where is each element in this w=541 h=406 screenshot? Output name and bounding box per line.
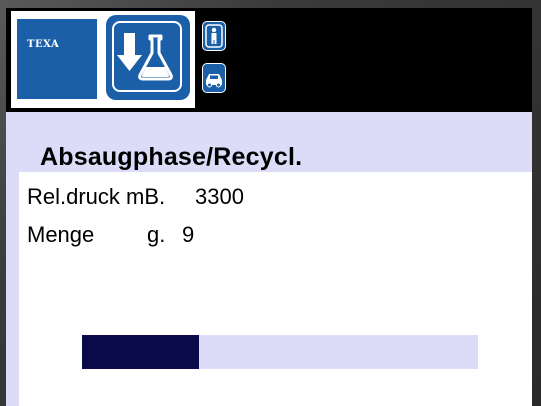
readings-panel: Rel.druck mB. 3300 Menge g. 9 [19,172,532,406]
recovery-recycle-icon [106,15,190,100]
person-icon [202,21,226,51]
car-icon [202,63,226,93]
brand-text: TEXA [27,39,60,50]
pressure-label: Rel.druck mB. [27,184,166,209]
pressure-row: Rel.druck mB. 3300 [27,184,244,210]
quantity-label: Menge [27,222,95,247]
main-content: Absaugphase/Recycl. Rel.druck mB. 3300 Me… [6,112,532,406]
quantity-row: Menge g. 9 [27,222,194,248]
quantity-value: 9 [182,222,195,247]
arrow-flask-icon [117,33,173,81]
progress-fill [82,335,199,369]
texa-logo: TEXA [17,19,97,99]
progress-bar [82,335,478,369]
device-screen: TEXA Absaugphase/Recycl. Rel.druck mB. 3… [6,8,532,406]
header-logo-panel: TEXA [11,11,195,108]
pressure-value: 3300 [195,184,244,209]
quantity-unit: g. [147,222,166,247]
phase-title: Absaugphase/Recycl. [40,143,303,171]
